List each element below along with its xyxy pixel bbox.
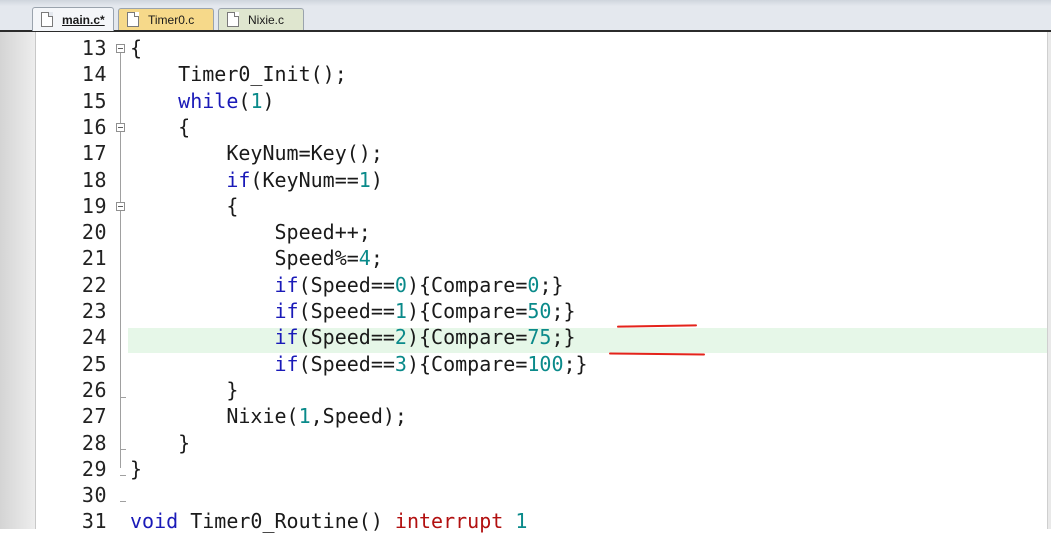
code-line[interactable]: 18 if(KeyNum==1) [0,167,1040,193]
line-number: 25 [81,351,107,376]
line-number: 31 [81,509,107,534]
file-icon [127,12,139,27]
code-text[interactable]: Speed++; [130,219,370,245]
code-text[interactable]: void Timer0_Routine() interrupt 1 [130,508,527,534]
code-line[interactable]: 31 void Timer0_Routine() interrupt 1 [0,508,1040,534]
code-line[interactable]: 23 if(Speed==1){Compare=50;} [0,298,1040,324]
code-line[interactable]: 15 while(1) [0,88,1040,114]
line-number: 18 [81,167,107,192]
line-number: 29 [81,456,107,481]
line-number: 19 [81,193,107,218]
tab-main-c[interactable]: main.c* [32,7,114,31]
code-editor[interactable]: 13{14 Timer0_Init(); 15 while(1) 16 {17 Ke… [0,32,1051,533]
line-number: 16 [81,114,107,139]
code-line[interactable]: 22 if(Speed==0){Compare=0;} [0,272,1040,298]
code-text[interactable]: { [130,35,142,61]
line-number: 30 [81,483,107,508]
code-text[interactable]: if(KeyNum==1) [130,167,383,193]
code-line[interactable]: 20 Speed++; [0,219,1040,245]
tab-label: Nixie.c [248,12,285,27]
line-number: 20 [81,220,107,245]
vertical-scrollbar[interactable] [1047,32,1051,529]
line-number: 27 [81,404,107,429]
code-text[interactable]: { [130,193,238,219]
code-line[interactable]: 13 { [0,35,1040,61]
code-text[interactable]: } [130,456,142,482]
code-text[interactable]: } [130,430,190,456]
code-text[interactable]: Speed%=4; [130,245,382,271]
line-number: 23 [81,299,107,323]
code-text[interactable]: } [130,377,238,403]
code-text[interactable]: if(Speed==3){Compare=100;} [130,351,588,377]
code-text[interactable]: KeyNum=Key(); [130,140,383,166]
code-text[interactable]: if(Speed==2){Compare=75;} [130,324,576,350]
tab-timer0-c[interactable]: Timer0.c [118,8,214,30]
code-line[interactable]: 24 if(Speed==2){Compare=75;} [0,324,1040,350]
code-line[interactable]: 29} [0,456,1040,482]
code-line[interactable]: 16 { [0,114,1040,140]
tab-label: main.c* [62,12,105,27]
code-line[interactable]: 30 [0,482,1040,508]
tab-bar-background [0,0,1051,6]
line-number: 14 [81,62,107,87]
code-text[interactable]: if(Speed==1){Compare=50;} [130,298,576,324]
code-text[interactable]: Nixie(1,Speed); [130,403,407,429]
tab-label: Timer0.c [148,12,195,27]
line-number: 24 [81,325,107,350]
line-number: 28 [81,430,107,455]
line-number: 15 [81,88,107,113]
file-icon [227,12,239,27]
line-number: 13 [81,36,107,60]
code-line[interactable]: 19 { [0,193,1040,219]
line-number: 17 [81,141,107,166]
line-number: 22 [81,272,107,297]
code-text[interactable]: Timer0_Init(); [130,61,347,87]
code-line[interactable]: 17 KeyNum=Key(); [0,140,1040,166]
code-line[interactable]: 26 } [0,377,1040,403]
code-line[interactable]: 28 } [0,430,1040,456]
code-text[interactable]: { [130,114,190,140]
code-line[interactable]: 21 Speed%=4; [0,245,1040,271]
code-text[interactable]: while(1) [130,88,274,114]
code-text[interactable]: if(Speed==0){Compare=0;} [130,272,564,298]
tab-nixie-c[interactable]: Nixie.c [218,8,304,30]
code-line[interactable]: 14 Timer0_Init(); [0,61,1040,87]
code-line[interactable]: 27 Nixie(1,Speed); [0,403,1040,429]
code-line[interactable]: 25 if(Speed==3){Compare=100;} [0,351,1040,377]
file-icon [41,12,53,27]
line-number: 21 [81,246,107,271]
line-number: 26 [81,377,107,402]
tab-bar: main.c* Timer0.c Nixie.c [0,0,1051,32]
